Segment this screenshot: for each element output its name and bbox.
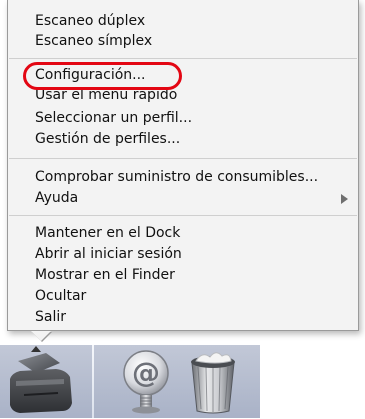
menu-item-quit[interactable]: Salir (35, 308, 66, 327)
menu-item-show-in-finder[interactable]: Mostrar en el Finder (35, 266, 175, 285)
menu-item-select-profile[interactable]: Seleccionar un perfil... (35, 109, 192, 128)
dock-separator (92, 345, 94, 418)
menu-item-open-at-login[interactable]: Abrir al iniciar sesión (35, 245, 182, 264)
desktop-background (260, 345, 365, 418)
submenu-arrow-icon (341, 194, 348, 204)
menu-item-simplex-scan[interactable]: Escaneo símplex (35, 32, 152, 51)
running-indicator-icon (31, 346, 41, 352)
highlight-annotation (23, 62, 182, 90)
menu-item-keep-in-dock[interactable]: Mantener en el Dock (35, 224, 180, 243)
svg-text:@: @ (132, 356, 160, 389)
mail-app-icon[interactable]: @ (116, 349, 176, 415)
menu-pointer (31, 331, 51, 341)
menu-item-check-consumables[interactable]: Comprobar suministro de consumibles... (35, 168, 318, 187)
menu-separator (9, 215, 357, 216)
trash-icon[interactable] (186, 349, 240, 415)
scanner-app-icon[interactable] (6, 351, 76, 415)
menu-item-duplex-scan[interactable]: Escaneo dúplex (35, 12, 145, 31)
menu-item-manage-profiles[interactable]: Gestión de perfiles... (35, 130, 180, 149)
menu-item-hide[interactable]: Ocultar (35, 287, 86, 306)
dock-context-menu: Escaneo dúplex Escaneo símplex Configura… (7, 0, 359, 331)
menu-separator (9, 158, 357, 159)
menu-separator (9, 58, 357, 59)
menu-item-help[interactable]: Ayuda (35, 189, 78, 208)
